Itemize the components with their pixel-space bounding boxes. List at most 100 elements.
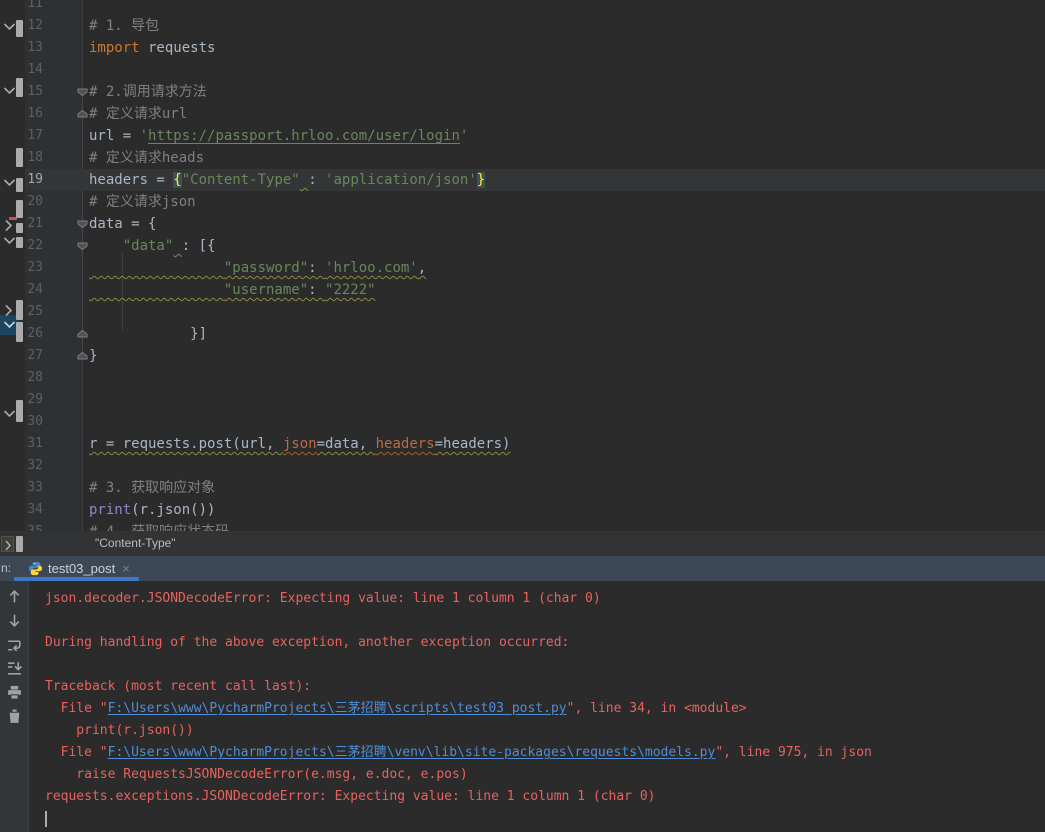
code-line-13[interactable]: 13 import requests (0, 37, 1045, 59)
run-tool-window-header: n: test03_post × (0, 556, 1045, 581)
fold-column (45, 147, 89, 169)
code-line-34[interactable]: 34 print(r.json()) (0, 499, 1045, 521)
gutter-mark (16, 78, 23, 97)
code-line-12[interactable]: 12 # 1. 导包 (0, 15, 1045, 37)
code-token: # 定义请求heads (89, 150, 205, 166)
code-line-26[interactable]: 26 }] (0, 323, 1045, 345)
breadcrumb-item[interactable]: "Content-Type" (95, 531, 176, 556)
traceback-file-link[interactable]: F:\Users\www\PycharmProjects\三茅招聘\venv\l… (108, 745, 716, 760)
code-line-14[interactable]: 14 (0, 59, 1045, 81)
code-text: import requests (89, 37, 215, 59)
code-line-25[interactable]: 25 (0, 301, 1045, 323)
console-caret (45, 810, 47, 827)
code-token: { (173, 172, 182, 188)
code-text: headers = {"Content-Type" : 'application… (89, 169, 486, 191)
python-logo-icon (28, 561, 43, 576)
console-line: print(r.json()) (0, 720, 1045, 742)
code-text: "username": "2222" (89, 279, 376, 301)
fold-region-start-icon[interactable] (77, 88, 88, 96)
console-line: File "F:\Users\www\PycharmProjects\三茅招聘\… (0, 698, 1045, 720)
code-token: =data, (316, 436, 376, 452)
code-token: ' (459, 128, 469, 144)
code-line-18[interactable]: 18 # 定义请求heads (0, 147, 1045, 169)
code-line-15[interactable]: 15 # 2.调用请求方法 (0, 81, 1045, 103)
fold-column (45, 235, 89, 257)
code-token: ' (139, 128, 149, 144)
code-text: # 3. 获取响应对象 (89, 477, 215, 499)
console-text: During handling of the above exception, … (45, 635, 570, 650)
fold-region-start-icon[interactable] (77, 242, 88, 250)
code-text: } (89, 345, 97, 367)
code-line-31[interactable]: 31 r = requests.post(url, json=data, head… (0, 433, 1045, 455)
console-line: raise RequestsJSONDecodeError(e.msg, e.d… (0, 764, 1045, 786)
code-token: : (308, 260, 326, 276)
code-line-28[interactable]: 28 (0, 367, 1045, 389)
console-line (0, 654, 1045, 676)
chevron-down-icon[interactable] (3, 86, 16, 95)
fold-column (45, 477, 89, 499)
code-line-22[interactable]: 22 "data" : [{ (0, 235, 1045, 257)
close-tab-icon[interactable]: × (122, 561, 130, 576)
console-line: During handling of the above exception, … (0, 632, 1045, 654)
console-line: Traceback (most recent call last): (0, 676, 1045, 698)
code-text: print(r.json()) (89, 499, 215, 521)
chevron-down-icon[interactable] (3, 22, 16, 31)
fold-column (45, 301, 89, 323)
fold-region-end-icon[interactable] (77, 110, 88, 118)
code-lines-container: 11 12 # 1. 导包 13 import requests 14 15 # 2.调用请求… (0, 0, 1045, 531)
fold-column (45, 345, 89, 367)
fold-region-end-icon[interactable] (77, 352, 88, 360)
code-line-32[interactable]: 32 (0, 455, 1045, 477)
code-line-30[interactable]: 30 (0, 411, 1045, 433)
traceback-file-link[interactable]: F:\Users\www\PycharmProjects\三茅招聘\script… (108, 701, 567, 716)
code-line-21[interactable]: 21 data = { (0, 213, 1045, 235)
fold-column (45, 433, 89, 455)
code-line-17[interactable]: 17 url = 'https://passport.hrloo.com/user… (0, 125, 1045, 147)
code-line-11[interactable]: 11 (0, 0, 1045, 15)
run-console[interactable]: json.decoder.JSONDecodeError: Expecting … (0, 581, 1045, 832)
fold-region-start-icon[interactable] (77, 220, 88, 228)
code-line-33[interactable]: 33 # 3. 获取响应对象 (0, 477, 1045, 499)
chevron-down-icon[interactable] (3, 409, 16, 418)
code-editor[interactable]: 11 12 # 1. 导包 13 import requests 14 15 # 2.调用请求… (0, 0, 1045, 531)
gutter-mark (16, 223, 23, 233)
console-line: File "F:\Users\www\PycharmProjects\三茅招聘\… (0, 742, 1045, 764)
code-token: requests (139, 40, 216, 56)
code-token: # 1. 导包 (89, 18, 160, 34)
console-text: raise RequestsJSONDecodeError(e.msg, e.d… (45, 767, 468, 782)
chevron-down-icon[interactable] (3, 320, 16, 329)
code-line-19[interactable]: 19 headers = {"Content-Type" : 'applicati… (0, 169, 1045, 191)
console-text: File " (45, 745, 108, 760)
code-line-16[interactable]: 16 # 定义请求url (0, 103, 1045, 125)
fold-column (45, 389, 89, 411)
code-text: # 定义请求json (89, 191, 196, 213)
gutter-mark (16, 237, 23, 248)
code-token: , (417, 260, 427, 276)
code-line-27[interactable]: 27} (0, 345, 1045, 367)
code-token: 'hrloo.com' (325, 260, 418, 276)
fold-region-end-icon[interactable] (77, 330, 88, 338)
fold-column (45, 191, 89, 213)
code-line-24[interactable]: 24 "username": "2222" (0, 279, 1045, 301)
code-text: "password": 'hrloo.com', (89, 257, 426, 279)
chevron-down-icon[interactable] (3, 236, 16, 245)
run-label-cropped: n: (1, 561, 12, 575)
code-line-20[interactable]: 20 # 定义请求json (0, 191, 1045, 213)
fold-column (45, 15, 89, 37)
console-text: print(r.json()) (45, 723, 194, 738)
chevron-right-box[interactable] (1, 536, 14, 552)
chevron-down-icon[interactable] (3, 178, 16, 187)
code-text: # 定义请求heads (89, 147, 204, 169)
code-token: https://passport.hrloo.com/user/login (148, 128, 460, 144)
code-token: (r.json()) (131, 502, 216, 518)
console-line (0, 610, 1045, 632)
code-line-29[interactable]: 29 (0, 389, 1045, 411)
chevron-right-icon[interactable] (4, 219, 13, 232)
chevron-right-icon[interactable] (4, 304, 13, 317)
code-token: "data" (122, 238, 174, 254)
fold-column (45, 257, 89, 279)
code-line-35[interactable]: 35# 4. 获取响应状态码 (0, 521, 1045, 531)
code-line-23[interactable]: 23 "password": 'hrloo.com', (0, 257, 1045, 279)
